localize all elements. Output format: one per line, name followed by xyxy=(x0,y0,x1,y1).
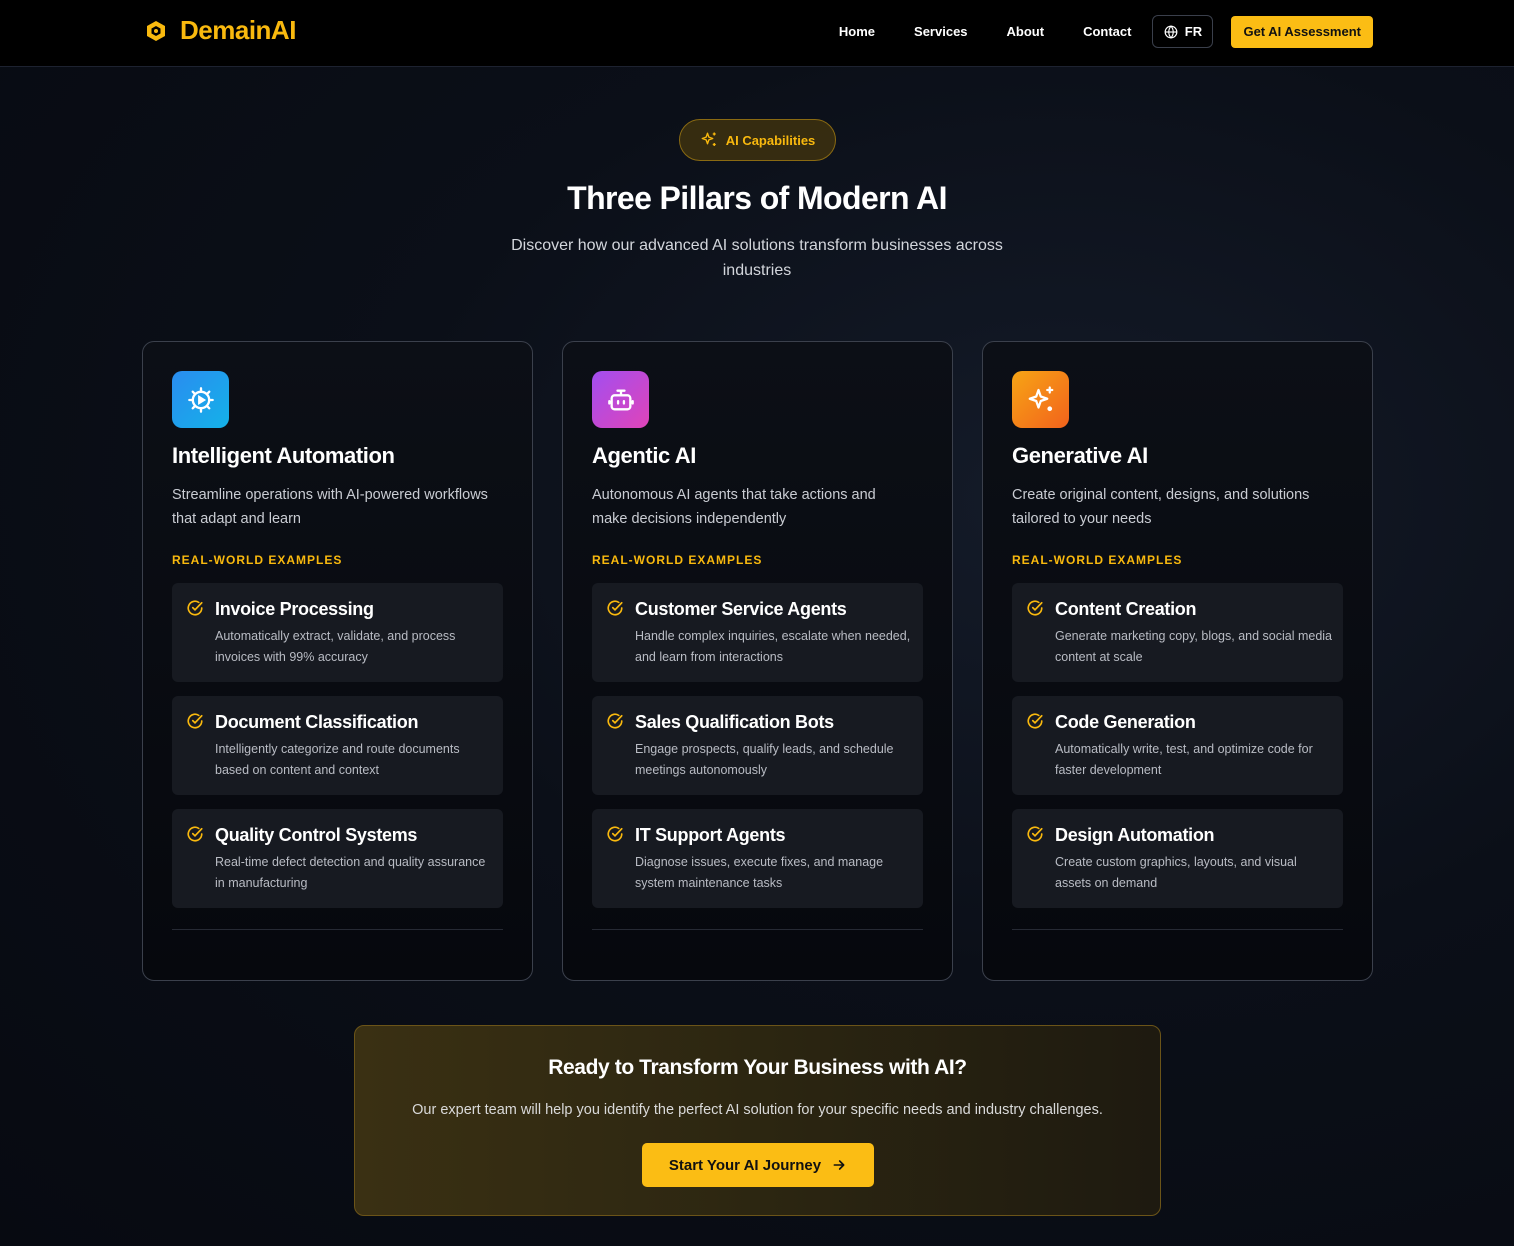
check-circle-icon xyxy=(187,713,203,729)
example-title: Quality Control Systems xyxy=(215,825,418,845)
nav-services[interactable]: Services xyxy=(914,24,968,39)
example-title: Content Creation xyxy=(1055,599,1197,619)
check-circle-icon xyxy=(1027,826,1043,842)
section-title: Three Pillars of Modern AI xyxy=(567,180,947,216)
cta-section: Ready to Transform Your Business with AI… xyxy=(354,1025,1161,1216)
main-nav: Home Services About Contact FR Get AI As… xyxy=(839,15,1373,48)
examples-label: REAL-WORLD EXAMPLES xyxy=(1012,553,1183,567)
get-ai-assessment-button[interactable]: Get AI Assessment xyxy=(1231,15,1373,48)
example-title: Code Generation xyxy=(1055,712,1196,732)
example-description: Handle complex inquiries, escalate when … xyxy=(635,629,911,664)
check-circle-icon xyxy=(607,713,623,729)
card-divider xyxy=(1012,929,1343,930)
brand-name: DemainAI xyxy=(180,15,296,45)
card-description: Create original content, designs, and so… xyxy=(1012,487,1310,527)
card-divider xyxy=(172,929,503,930)
example-title: Customer Service Agents xyxy=(635,599,847,619)
language-label: FR xyxy=(1184,24,1203,39)
pillar-card-intelligent-automation: Intelligent Automation Streamline operat… xyxy=(142,341,533,981)
example-item: Content Creation Generate marketing copy… xyxy=(1012,583,1343,682)
globe-icon xyxy=(1164,24,1178,39)
card-title: Agentic AI xyxy=(592,443,696,468)
nav-home[interactable]: Home xyxy=(839,24,875,39)
check-circle-icon xyxy=(187,826,203,842)
example-description: Intelligently categorize and route docum… xyxy=(215,742,460,777)
robot-icon xyxy=(592,371,649,428)
examples-label: REAL-WORLD EXAMPLES xyxy=(592,553,763,567)
language-switch-button[interactable]: FR xyxy=(1152,15,1214,48)
site-header: DemainAI Home Services About Contact FR … xyxy=(0,0,1514,67)
card-divider xyxy=(592,929,923,930)
check-circle-icon xyxy=(1027,713,1043,729)
pillar-card-generative-ai: Generative AI Create original content, d… xyxy=(982,341,1373,981)
example-description: Automatically write, test, and optimize … xyxy=(1055,742,1313,777)
example-description: Real-time defect detection and quality a… xyxy=(215,855,486,890)
example-description: Generate marketing copy, blogs, and soci… xyxy=(1055,629,1333,664)
arrow-right-icon xyxy=(833,1160,845,1170)
gear-play-icon xyxy=(172,371,229,428)
example-item: Document Classification Intelligently ca… xyxy=(172,696,503,795)
cta-button-label: Start Your AI Journey xyxy=(668,1156,822,1174)
card-title: Generative AI xyxy=(1012,443,1148,468)
nav-contact[interactable]: Contact xyxy=(1083,24,1131,39)
check-circle-icon xyxy=(607,600,623,616)
example-title: Invoice Processing xyxy=(215,599,374,619)
card-description: Autonomous AI agents that take actions a… xyxy=(592,487,876,527)
examples-label: REAL-WORLD EXAMPLES xyxy=(172,553,343,567)
example-title: Design Automation xyxy=(1055,825,1215,845)
example-item: Invoice Processing Automatically extract… xyxy=(172,583,503,682)
example-title: Document Classification xyxy=(215,712,419,732)
example-description: Diagnose issues, execute fixes, and mana… xyxy=(635,855,884,890)
example-item: Sales Qualification Bots Engage prospect… xyxy=(592,696,923,795)
check-circle-icon xyxy=(607,826,623,842)
sparkles-icon xyxy=(701,132,716,146)
brand-logo[interactable]: DemainAI xyxy=(146,15,296,46)
nav-about[interactable]: About xyxy=(1007,24,1045,39)
badge-label: AI Capabilities xyxy=(725,132,816,148)
check-circle-icon xyxy=(187,600,203,616)
example-description: Create custom graphics, layouts, and vis… xyxy=(1055,855,1297,890)
example-item: Quality Control Systems Real-time defect… xyxy=(172,809,503,908)
example-item: Code Generation Automatically write, tes… xyxy=(1012,696,1343,795)
start-ai-journey-button[interactable]: Start Your AI Journey xyxy=(642,1143,874,1187)
ai-capabilities-badge: AI Capabilities xyxy=(679,119,836,161)
pillar-card-agentic-ai: Agentic AI Autonomous AI agents that tak… xyxy=(562,341,953,981)
cta-title: Ready to Transform Your Business with AI… xyxy=(548,1056,967,1079)
example-title: Sales Qualification Bots xyxy=(635,712,834,732)
sparkles-icon xyxy=(1012,371,1069,428)
card-description: Streamline operations with AI-powered wo… xyxy=(172,487,488,527)
cta-subtitle: Our expert team will help you identify t… xyxy=(412,1102,1103,1118)
example-item: IT Support Agents Diagnose issues, execu… xyxy=(592,809,923,908)
example-item: Customer Service Agents Handle complex i… xyxy=(592,583,923,682)
example-item: Design Automation Create custom graphics… xyxy=(1012,809,1343,908)
example-title: IT Support Agents xyxy=(635,825,786,845)
check-circle-icon xyxy=(1027,600,1043,616)
section-subtitle: Discover how our advanced AI solutions t… xyxy=(511,237,1003,279)
card-title: Intelligent Automation xyxy=(172,443,395,468)
hexagon-logo-icon xyxy=(146,20,166,42)
example-description: Automatically extract, validate, and pro… xyxy=(215,629,456,664)
example-description: Engage prospects, qualify leads, and sch… xyxy=(635,742,894,777)
